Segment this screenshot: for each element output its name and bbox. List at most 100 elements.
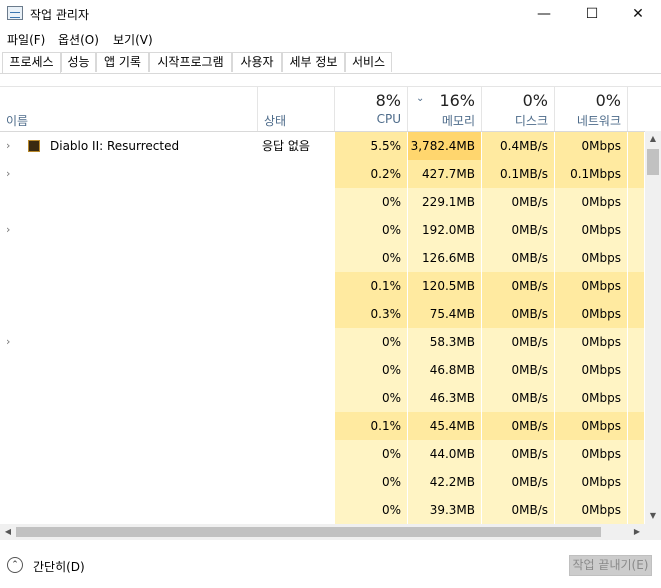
maximize-icon: ☐ <box>585 6 599 22</box>
cpu-cell: 0% <box>335 356 408 384</box>
close-button[interactable]: ✕ <box>615 0 661 28</box>
network-cell: 0Mbps <box>555 300 628 328</box>
disk-cell: 0MB/s <box>482 328 555 356</box>
cpu-cell: 0% <box>335 188 408 216</box>
menu-file[interactable]: 파일(F) <box>7 31 45 48</box>
network-cell: 0Mbps <box>555 440 628 468</box>
cpu-total: 8% <box>375 91 401 110</box>
disk-cell: 0MB/s <box>482 440 555 468</box>
scroll-left-icon[interactable]: ◀ <box>0 524 16 540</box>
minimize-button[interactable]: — <box>521 0 567 28</box>
tab-performance[interactable]: 성능 <box>61 52 96 72</box>
expand-chevron-icon[interactable]: › <box>6 328 10 356</box>
table-row[interactable]: 0% 229.1MB 0MB/s 0Mbps <box>0 188 661 216</box>
disk-cell: 0MB/s <box>482 244 555 272</box>
menu-options[interactable]: 옵션(O) <box>58 31 99 48</box>
scroll-right-icon[interactable]: ▶ <box>629 524 645 540</box>
memory-cell: 229.1MB <box>408 188 482 216</box>
cpu-cell: 0% <box>335 384 408 412</box>
network-cell: 0.1Mbps <box>555 160 628 188</box>
vertical-scroll-thumb[interactable] <box>647 149 659 175</box>
disk-cell: 0MB/s <box>482 412 555 440</box>
table-row[interactable]: › 0% 58.3MB 0MB/s 0Mbps <box>0 328 661 356</box>
table-row[interactable]: 0% 44.0MB 0MB/s 0Mbps <box>0 440 661 468</box>
column-memory[interactable]: ⌄ 16% 메모리 <box>408 87 482 131</box>
table-row[interactable]: › 0% 192.0MB 0MB/s 0Mbps <box>0 216 661 244</box>
diablo-icon <box>28 140 40 152</box>
disk-cell: 0.4MB/s <box>482 132 555 160</box>
filler-cell <box>628 132 645 160</box>
tab-startup[interactable]: 시작프로그램 <box>149 52 232 72</box>
filler-cell <box>628 272 645 300</box>
scroll-up-icon[interactable]: ▲ <box>645 131 661 147</box>
expand-chevron-icon[interactable]: › <box>6 216 10 244</box>
cpu-cell: 0% <box>335 468 408 496</box>
fewer-details-link[interactable]: 간단히(D) <box>33 558 85 575</box>
filler-cell <box>628 300 645 328</box>
table-row[interactable]: › 0.2% 427.7MB 0.1MB/s 0.1Mbps <box>0 160 661 188</box>
end-task-button[interactable]: 작업 끝내기(E) <box>569 555 652 576</box>
horizontal-scroll-thumb[interactable] <box>16 527 601 537</box>
close-icon: ✕ <box>632 6 644 22</box>
cpu-cell: 0.1% <box>335 272 408 300</box>
table-row[interactable]: 0% 42.2MB 0MB/s 0Mbps <box>0 468 661 496</box>
vertical-scrollbar[interactable]: ▲ ▼ <box>645 131 661 524</box>
table-row[interactable]: 0.1% 120.5MB 0MB/s 0Mbps <box>0 272 661 300</box>
memory-cell: 46.8MB <box>408 356 482 384</box>
expand-chevron-icon[interactable]: › <box>6 132 10 160</box>
tab-processes[interactable]: 프로세스 <box>2 52 61 73</box>
maximize-button[interactable]: ☐ <box>569 0 615 28</box>
expand-chevron-icon[interactable]: › <box>6 160 10 188</box>
column-disk[interactable]: 0% 디스크 <box>482 87 555 131</box>
disk-cell: 0MB/s <box>482 300 555 328</box>
cpu-cell: 0% <box>335 216 408 244</box>
table-row[interactable]: 0% 126.6MB 0MB/s 0Mbps <box>0 244 661 272</box>
filler-cell <box>628 496 645 524</box>
tab-services[interactable]: 서비스 <box>345 52 392 72</box>
column-cpu[interactable]: 8% CPU <box>335 87 408 131</box>
column-network-label: 네트워크 <box>576 114 621 128</box>
filler-cell <box>628 328 645 356</box>
sort-down-icon: ⌄ <box>416 93 425 104</box>
tab-bar: 프로세스 성능 앱 기록 시작프로그램 사용자 세부 정보 서비스 <box>0 52 661 74</box>
disk-cell: 0MB/s <box>482 496 555 524</box>
table-row[interactable]: › Diablo II: Resurrected 응답 없음 5.5% 3,782.4M… <box>0 132 661 160</box>
table-row[interactable]: 0% 46.8MB 0MB/s 0Mbps <box>0 356 661 384</box>
column-network[interactable]: 0% 네트워크 <box>555 87 628 131</box>
filler-cell <box>628 356 645 384</box>
disk-cell: 0MB/s <box>482 216 555 244</box>
minimize-icon: — <box>537 6 551 22</box>
tab-app-history[interactable]: 앱 기록 <box>96 52 149 72</box>
column-disk-label: 디스크 <box>514 114 548 128</box>
table-row[interactable]: 0% 46.3MB 0MB/s 0Mbps <box>0 384 661 412</box>
column-status-label: 상태 <box>264 114 287 128</box>
process-table: 이름 상태 8% CPU ⌄ 16% 메모리 0% 디스크 0% 네트워크 › D… <box>0 86 661 525</box>
footer: ⌃ 간단히(D) 작업 끝내기(E) <box>0 541 661 588</box>
table-row[interactable]: 0% 39.3MB 0MB/s 0Mbps <box>0 496 661 524</box>
memory-cell: 192.0MB <box>408 216 482 244</box>
network-cell: 0Mbps <box>555 496 628 524</box>
collapse-icon[interactable]: ⌃ <box>7 557 23 573</box>
tab-users[interactable]: 사용자 <box>232 52 282 72</box>
column-name[interactable]: 이름 <box>0 87 258 131</box>
network-cell: 0Mbps <box>555 412 628 440</box>
memory-cell: 44.0MB <box>408 440 482 468</box>
table-row[interactable]: 0.3% 75.4MB 0MB/s 0Mbps <box>0 300 661 328</box>
horizontal-scrollbar[interactable]: ◀ ▶ <box>0 524 645 540</box>
process-status: 응답 없음 <box>262 139 310 153</box>
scroll-down-icon[interactable]: ▼ <box>645 508 661 524</box>
tab-details[interactable]: 세부 정보 <box>282 52 345 72</box>
table-row[interactable]: 0.1% 45.4MB 0MB/s 0Mbps <box>0 412 661 440</box>
memory-cell: 120.5MB <box>408 272 482 300</box>
cpu-cell: 0% <box>335 496 408 524</box>
cpu-cell: 0% <box>335 328 408 356</box>
disk-cell: 0MB/s <box>482 384 555 412</box>
filler-cell <box>628 244 645 272</box>
memory-cell: 58.3MB <box>408 328 482 356</box>
memory-cell: 427.7MB <box>408 160 482 188</box>
filler-cell <box>628 216 645 244</box>
column-status[interactable]: 상태 <box>258 87 335 131</box>
menu-view[interactable]: 보기(V) <box>113 31 153 48</box>
title-bar: 작업 관리자 — ☐ ✕ <box>0 0 661 28</box>
network-cell: 0Mbps <box>555 216 628 244</box>
